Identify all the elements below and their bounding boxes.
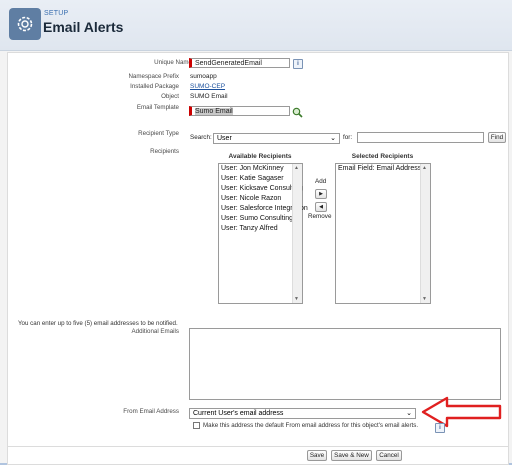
selected-recipients-header: Selected Recipients (351, 153, 414, 160)
additional-emails-textarea[interactable] (189, 328, 501, 400)
divider (8, 446, 508, 447)
chevron-down-icon: ⌄ (406, 410, 412, 417)
list-item[interactable]: User: Salesforce Integration (219, 204, 308, 214)
from-email-select[interactable]: Current User's email address ⌄ (189, 408, 416, 419)
cancel-button[interactable]: Cancel (376, 450, 402, 461)
remove-label: Remove (308, 213, 332, 220)
list-item[interactable]: User: Tanzy Alfred (219, 224, 302, 234)
selected-recipients-list[interactable]: Email Field: Email Address ▲ ▼ (335, 163, 431, 304)
object-value: SUMO Email (190, 93, 228, 100)
list-item[interactable]: User: Kicksave Consulting (219, 184, 303, 194)
scroll-up-icon[interactable]: ▲ (422, 165, 427, 171)
recipient-type-label: Recipient Type (138, 130, 179, 137)
list-item[interactable]: User: Katie Sagaser (219, 174, 302, 184)
object-label: Object (161, 93, 179, 100)
lookup-search-icon[interactable] (292, 105, 303, 123)
additional-emails-label: Additional Emails (131, 328, 179, 335)
email-alert-form: Unique Name SendGeneratedEmail i Namespa… (7, 52, 509, 465)
for-label: for: (343, 134, 353, 141)
from-email-label: From Email Address (123, 408, 179, 415)
email-template-field[interactable]: Sumo Email (189, 106, 290, 116)
scrollbar[interactable]: ▲ ▼ (420, 164, 430, 303)
unique-name-label: Unique Name (154, 59, 192, 66)
from-email-value: Current User's email address (193, 410, 284, 417)
search-for-input[interactable] (357, 132, 484, 143)
add-label: Add (315, 178, 327, 185)
recipient-type-value: User (217, 135, 232, 142)
chevron-down-icon: ⌄ (330, 135, 336, 142)
scroll-down-icon[interactable]: ▼ (422, 296, 427, 302)
annotation-arrow-icon (421, 396, 502, 428)
scroll-up-icon[interactable]: ▲ (294, 165, 299, 171)
find-button[interactable]: Find (488, 132, 506, 143)
email-template-value: Sumo Email (195, 108, 233, 115)
list-item[interactable]: User: Nicole Razon (219, 194, 302, 204)
template-label: Email Template (136, 104, 179, 111)
default-from-checkbox-label: Make this address the default From email… (203, 422, 419, 429)
search-label: Search: (190, 134, 212, 141)
namespace-value: sumoapp (190, 73, 217, 80)
default-from-checkbox[interactable] (193, 422, 200, 429)
namespace-label: Namespace Prefix (128, 73, 179, 80)
save-and-new-button[interactable]: Save & New (331, 450, 372, 461)
list-item[interactable]: User: Jon McKinney (219, 164, 302, 174)
list-item[interactable]: User: Sumo Consulting (219, 214, 302, 224)
scrollbar[interactable]: ▲ ▼ (292, 164, 302, 303)
save-button[interactable]: Save (307, 450, 327, 461)
recipients-label: Recipients (150, 148, 179, 155)
info-icon[interactable]: i (435, 423, 445, 433)
recipient-type-select[interactable]: User ⌄ (213, 133, 340, 144)
package-label: Installed Package (130, 83, 179, 90)
scroll-down-icon[interactable]: ▼ (294, 296, 299, 302)
unique-name-field[interactable]: SendGeneratedEmail (189, 58, 290, 68)
additional-emails-note: You can enter up to five (5) email addre… (18, 320, 178, 327)
remove-arrow-button[interactable]: ◀ (315, 202, 327, 212)
page-frame: SETUP Email Alerts Unique Name SendGener… (0, 0, 512, 465)
page-header: SETUP Email Alerts (0, 0, 512, 51)
info-icon[interactable]: i (293, 59, 303, 69)
available-recipients-header: Available Recipients (228, 153, 292, 160)
page-title: Email Alerts (43, 19, 124, 35)
list-item[interactable]: Email Field: Email Address (336, 164, 430, 174)
package-link[interactable]: SUMO-CEP (190, 83, 225, 90)
setup-breadcrumb[interactable]: SETUP (44, 10, 68, 17)
available-recipients-list[interactable]: User: Jon McKinney User: Katie Sagaser U… (218, 163, 308, 304)
gear-icon (9, 8, 41, 40)
add-arrow-button[interactable]: ▶ (315, 189, 327, 199)
